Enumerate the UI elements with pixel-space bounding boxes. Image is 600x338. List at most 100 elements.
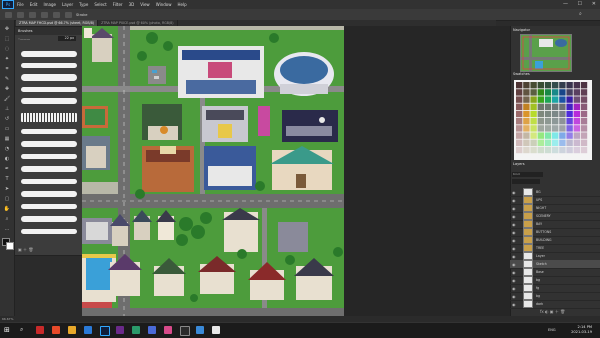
layer-name[interactable]: BUTTONS: [536, 230, 551, 234]
color-swatch[interactable]: [530, 125, 537, 132]
color-swatch[interactable]: [580, 82, 588, 89]
color-swatch[interactable]: [537, 110, 544, 118]
color-swatch[interactable]: [559, 132, 566, 139]
shape-tool-icon[interactable]: ▢: [3, 196, 11, 203]
color-swatch[interactable]: [537, 132, 544, 139]
color-swatch[interactable]: [573, 96, 580, 103]
marquee-tool-icon[interactable]: ⬚: [3, 36, 11, 43]
color-swatch[interactable]: [566, 118, 573, 125]
blur-tool-icon[interactable]: ◔: [3, 146, 11, 153]
color-swatches[interactable]: [514, 80, 592, 160]
app-icon[interactable]: [132, 326, 140, 334]
start-icon[interactable]: ⊞: [4, 326, 12, 334]
color-swatch[interactable]: [552, 82, 559, 89]
background-color-swatch[interactable]: [6, 242, 14, 250]
brush-preset[interactable]: [21, 204, 77, 209]
app-icon[interactable]: [68, 326, 76, 334]
eye-icon[interactable]: ◉: [512, 278, 517, 283]
app-icon[interactable]: [180, 326, 190, 336]
eye-icon[interactable]: ◉: [512, 198, 517, 203]
color-swatch[interactable]: [552, 89, 559, 96]
eraser-tool-icon[interactable]: ▭: [3, 126, 11, 133]
layer-name[interactable]: bg: [536, 294, 540, 298]
color-swatch[interactable]: [559, 125, 566, 132]
color-swatch[interactable]: [523, 132, 530, 139]
eye-icon[interactable]: ◉: [512, 222, 517, 227]
eye-icon[interactable]: ◉: [512, 246, 517, 251]
color-swatch[interactable]: [537, 96, 544, 103]
mode-dropdown[interactable]: [17, 11, 24, 18]
map-artwork[interactable]: [82, 26, 344, 316]
color-swatch[interactable]: [516, 96, 523, 103]
color-swatch[interactable]: [537, 89, 544, 96]
color-swatch[interactable]: [573, 132, 580, 139]
eye-icon[interactable]: ◉: [512, 294, 517, 299]
color-swatch[interactable]: [559, 82, 566, 89]
color-swatch[interactable]: [516, 139, 523, 146]
color-swatch[interactable]: [559, 146, 566, 154]
color-swatch[interactable]: [573, 118, 580, 125]
color-swatch[interactable]: [537, 125, 544, 132]
color-swatch[interactable]: [559, 110, 566, 118]
color-swatch[interactable]: [530, 103, 537, 110]
brush-preset[interactable]: [21, 191, 77, 197]
eyedropper-icon[interactable]: ✎: [3, 76, 11, 83]
color-swatch[interactable]: [523, 146, 530, 154]
eye-icon[interactable]: ◉: [512, 206, 517, 211]
app-icon[interactable]: [212, 326, 220, 334]
minimize-icon[interactable]: —: [563, 1, 568, 7]
color-swatch[interactable]: [559, 103, 566, 110]
brush-preset[interactable]: [21, 154, 77, 159]
eye-icon[interactable]: ◉: [512, 302, 517, 307]
layer-name[interactable]: BAY: [536, 222, 542, 226]
color-swatch[interactable]: [537, 146, 544, 154]
brush-preset[interactable]: [21, 74, 77, 81]
color-swatch[interactable]: [566, 82, 573, 89]
color-swatch[interactable]: [566, 89, 573, 96]
color-swatch[interactable]: [580, 125, 588, 132]
smoothing-control[interactable]: [65, 11, 72, 18]
menu-item-window[interactable]: Window: [156, 2, 172, 7]
color-swatch[interactable]: [516, 82, 523, 89]
color-swatch[interactable]: [523, 96, 530, 103]
navigator-title[interactable]: Navigator: [513, 28, 530, 32]
menu-item-layer[interactable]: Layer: [62, 2, 73, 7]
search-icon[interactable]: ⌕: [579, 11, 586, 18]
color-swatch[interactable]: [559, 96, 566, 103]
brush-preset[interactable]: [21, 229, 77, 234]
color-swatch[interactable]: [573, 146, 580, 154]
brush-preset[interactable]: [21, 98, 77, 104]
layer-name[interactable]: BG: [536, 190, 541, 194]
layers-footer-icons[interactable]: fx ◐ ▣ ＋ 🗑: [540, 309, 565, 315]
menu-item-view[interactable]: View: [140, 2, 150, 7]
color-swatch[interactable]: [516, 103, 523, 110]
color-swatch[interactable]: [566, 132, 573, 139]
brush-size-field[interactable]: 22 px: [58, 36, 77, 41]
pen-tool-icon[interactable]: ✒: [3, 166, 11, 173]
menu-item-help[interactable]: Help: [177, 2, 186, 7]
blend-mode-dropdown[interactable]: [512, 179, 540, 184]
color-swatch[interactable]: [537, 103, 544, 110]
color-swatch[interactable]: [544, 146, 552, 154]
color-swatch[interactable]: [559, 139, 566, 146]
layers-title[interactable]: Layers: [513, 162, 525, 166]
color-swatch[interactable]: [544, 103, 552, 110]
color-swatch[interactable]: [544, 139, 552, 146]
color-swatch[interactable]: [580, 96, 588, 103]
color-swatch[interactable]: [523, 139, 530, 146]
layer-name[interactable]: Layer: [536, 254, 545, 258]
brush-preset[interactable]: [21, 141, 77, 147]
eye-icon[interactable]: ◉: [512, 190, 517, 195]
move-tool-icon[interactable]: ✥: [3, 26, 11, 33]
brush-preset[interactable]: [21, 129, 77, 134]
color-swatch[interactable]: [516, 118, 523, 125]
eye-icon[interactable]: ◉: [512, 270, 517, 275]
eye-icon[interactable]: ◉: [512, 254, 517, 259]
color-swatch[interactable]: [573, 89, 580, 96]
menu-item-select[interactable]: Select: [94, 2, 106, 7]
menu-item-3d[interactable]: 3D: [129, 2, 135, 7]
color-swatch[interactable]: [523, 118, 530, 125]
color-swatch[interactable]: [566, 103, 573, 110]
color-swatch[interactable]: [523, 82, 530, 89]
color-swatch[interactable]: [530, 118, 537, 125]
